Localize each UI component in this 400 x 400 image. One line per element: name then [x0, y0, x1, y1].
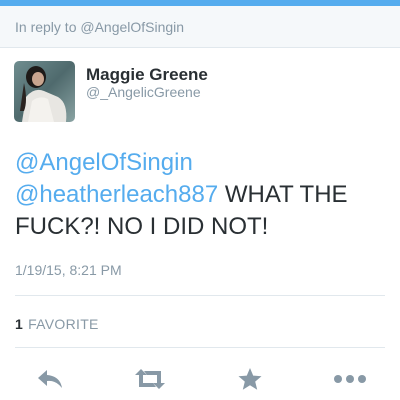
tweet-timestamp[interactable]: 1/19/15, 8:21 PM [15, 262, 122, 278]
divider [15, 347, 385, 348]
tweet-actions [0, 362, 400, 396]
divider [15, 295, 385, 296]
reply-icon [38, 370, 62, 388]
avatar-photo [14, 61, 75, 122]
favorite-stats[interactable]: 1 FAVORITE [15, 316, 99, 332]
more-button[interactable] [332, 362, 368, 396]
star-icon [238, 368, 262, 390]
tweet-text: @AngelOfSingin @heatherleach887 WHAT THE… [15, 147, 387, 243]
favorite-button[interactable] [232, 362, 268, 396]
favorite-label: FAVORITE [28, 316, 99, 332]
retweet-icon [135, 369, 165, 389]
author-handle[interactable]: @_AngelicGreene [86, 84, 201, 100]
mention-link[interactable]: @AngelOfSingin [15, 149, 193, 176]
reply-header[interactable]: In reply to @AngelOfSingin [0, 6, 400, 48]
reply-button[interactable] [32, 362, 68, 396]
more-icon [334, 375, 366, 383]
retweet-button[interactable] [132, 362, 168, 396]
reply-context-label[interactable]: In reply to @AngelOfSingin [15, 19, 184, 35]
avatar[interactable] [14, 61, 75, 122]
favorite-count: 1 [15, 316, 24, 332]
mention-link[interactable]: @heatherleach887 [15, 181, 218, 208]
author-name[interactable]: Maggie Greene [86, 65, 208, 85]
